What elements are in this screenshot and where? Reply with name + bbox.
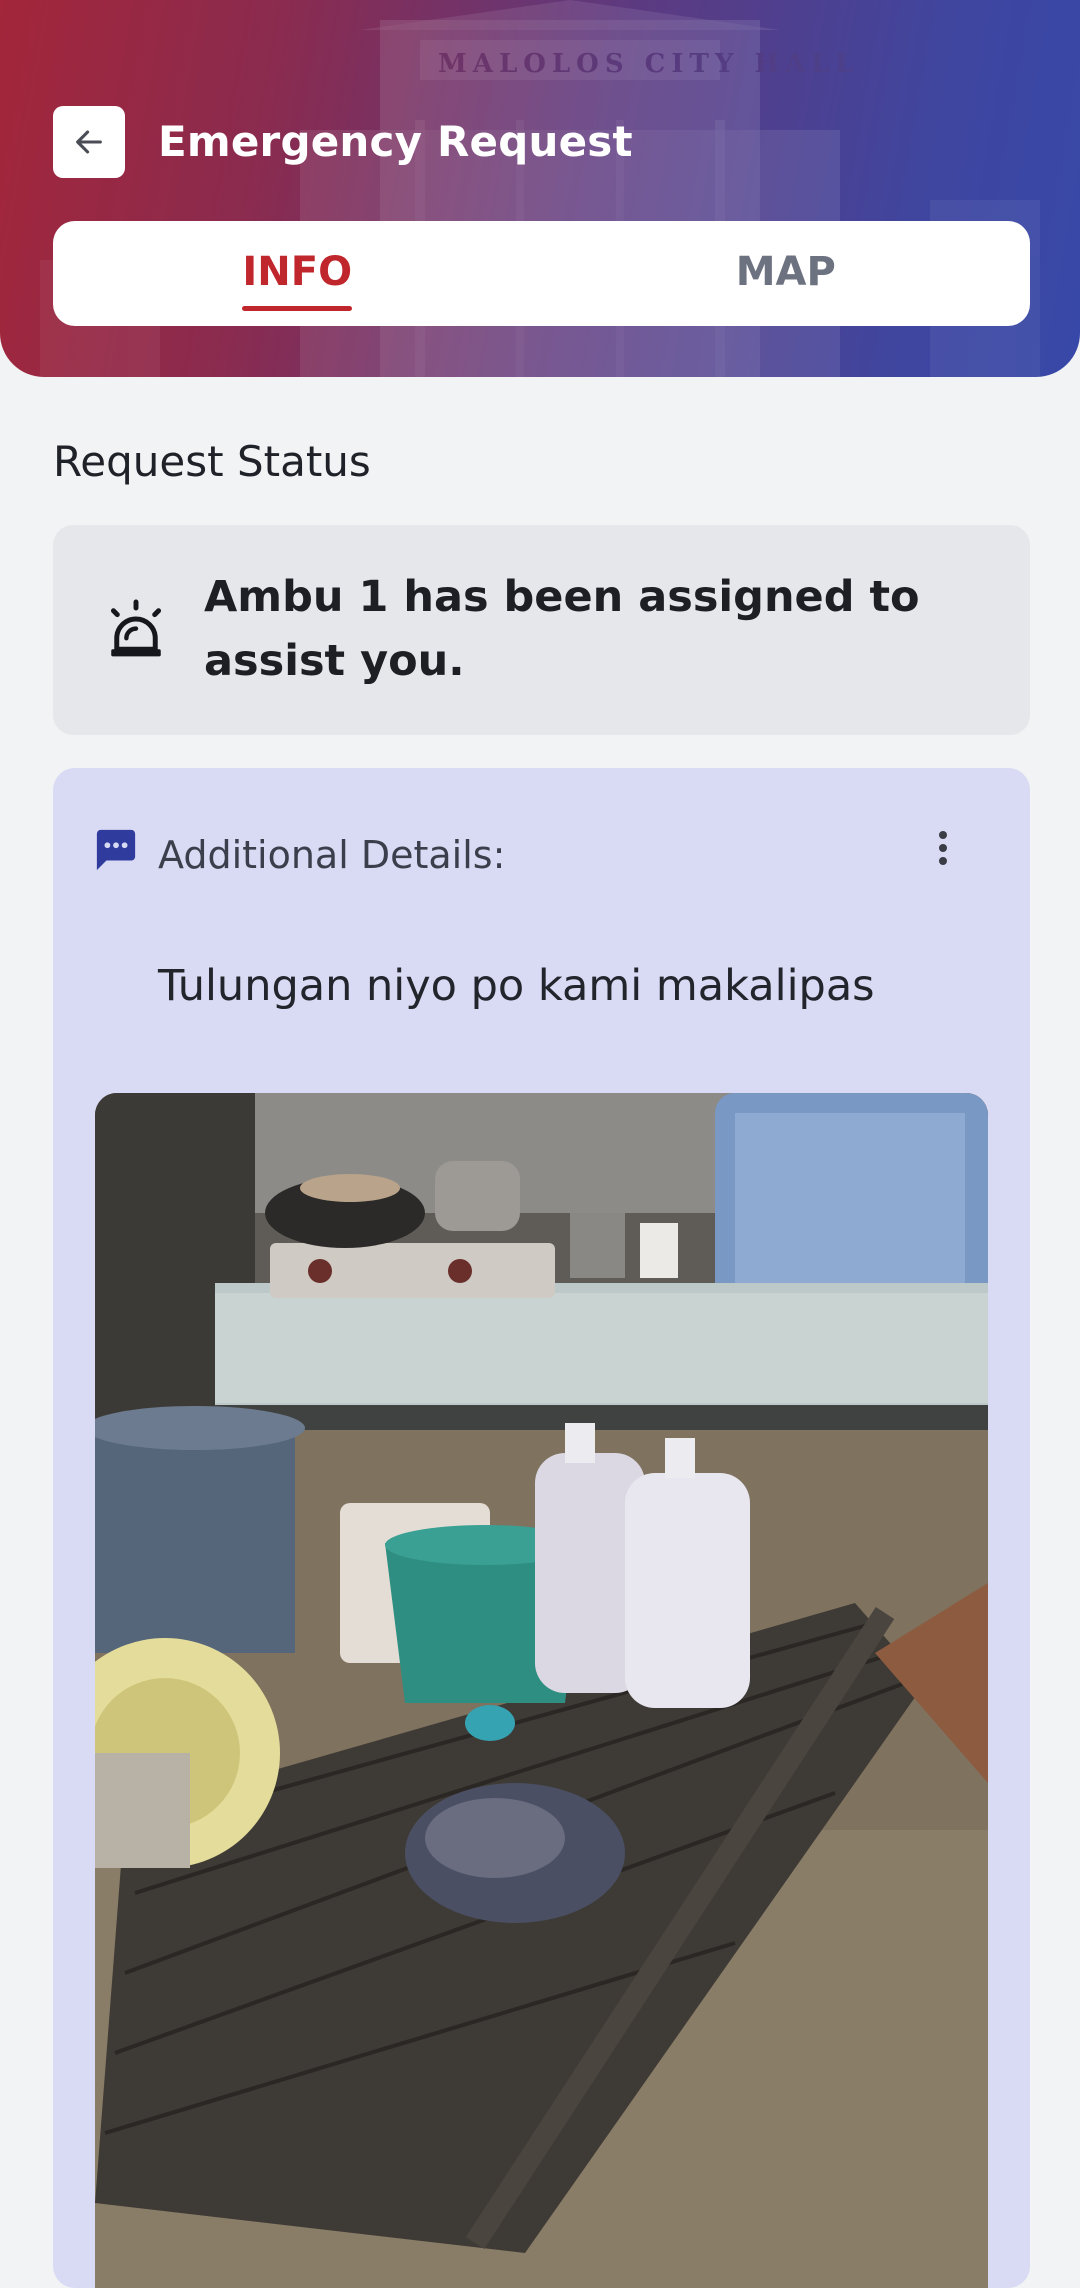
tab-info[interactable]: INFO <box>53 221 542 326</box>
tab-map[interactable]: MAP <box>542 221 1031 326</box>
arrow-left-icon <box>76 130 102 154</box>
page-title: Emergency Request <box>158 117 633 166</box>
additional-details-text: Tulungan niyo po kami makalipas <box>158 961 875 1011</box>
header-banner: MALOLOS CITY HALL Emergency Request INFO… <box>0 0 1080 377</box>
assignment-message: Ambu 1 has been assigned to assist you. <box>204 572 920 686</box>
chat-bubble-icon <box>96 829 136 871</box>
tab-map-label: MAP <box>735 248 836 295</box>
more-vertical-icon <box>939 831 947 865</box>
status-card: Ambu 1 has been assigned to assist you. <box>53 525 1030 735</box>
siren-alarm-icon <box>110 599 162 657</box>
tab-info-label: INFO <box>242 249 352 311</box>
tab-bar: INFO MAP <box>53 221 1030 326</box>
more-options-button[interactable] <box>923 822 963 874</box>
attached-photo[interactable] <box>95 1093 988 2288</box>
additional-details-label: Additional Details: <box>158 833 506 877</box>
flooded-kitchen-photo <box>95 1093 988 2288</box>
request-status-heading: Request Status <box>53 437 371 486</box>
additional-details-card: Additional Details: Tulungan niyo po kam… <box>53 768 1030 2288</box>
watermark-text: MALOLOS CITY HALL <box>438 49 860 79</box>
back-button[interactable] <box>53 106 125 178</box>
